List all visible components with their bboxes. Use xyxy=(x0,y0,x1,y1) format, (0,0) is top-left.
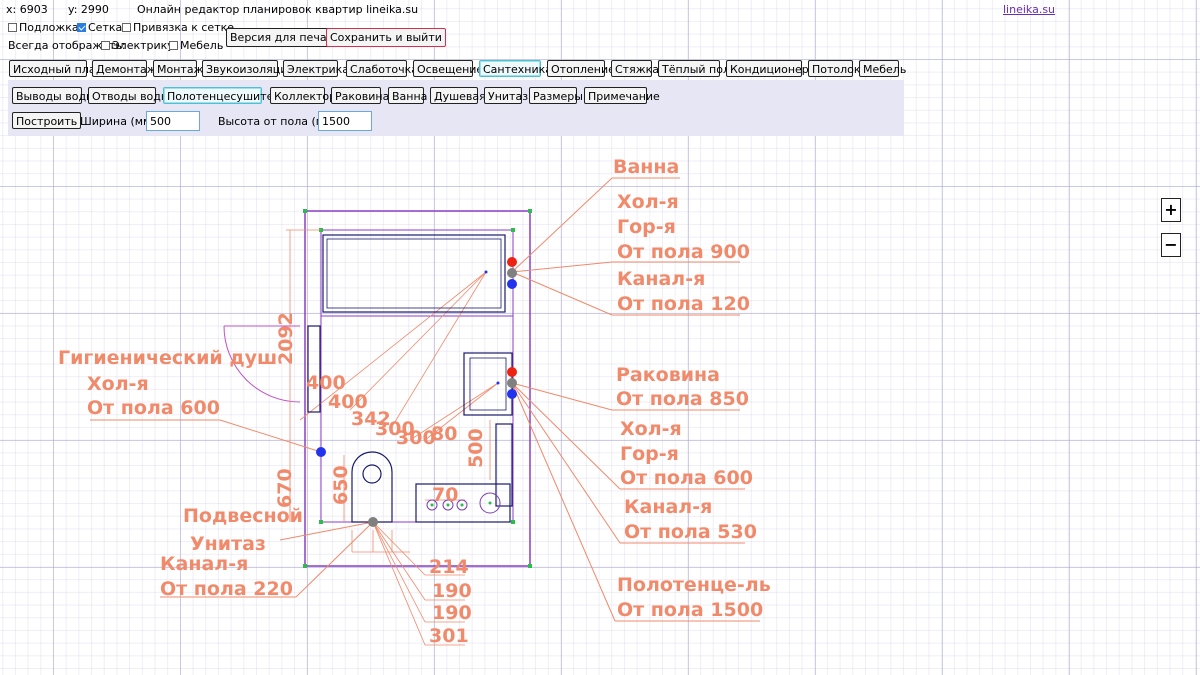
sink-sewer: Канал-я xyxy=(624,496,712,518)
dim-650: 650 xyxy=(330,465,352,505)
bath-drain-point[interactable] xyxy=(507,268,517,278)
hygienic-title: Гигиенический душ xyxy=(58,347,277,369)
sink-drain-point[interactable] xyxy=(507,378,517,388)
sink-height: От пола 850 xyxy=(616,388,749,410)
dim-2092: 2092 xyxy=(275,312,297,365)
sink-sewer-height: От пола 530 xyxy=(624,521,757,543)
toilet-title-2: Унитаз xyxy=(190,533,266,555)
bath-title: Ванна xyxy=(613,156,679,178)
towel-title: Полотенце-ль xyxy=(617,574,771,596)
toilet-sewer: Канал-я xyxy=(160,553,248,575)
floor-plan-canvas[interactable]: 2092 400 400 342 300 300 80 500 670 650 … xyxy=(0,0,1200,675)
sink-cold-point[interactable] xyxy=(507,389,517,399)
sink-hot: Гор-я xyxy=(620,443,679,465)
sink-hot-point[interactable] xyxy=(507,367,517,377)
bath-cold: Хол-я xyxy=(617,191,679,213)
bath-hot-point[interactable] xyxy=(507,257,517,267)
dim-301: 301 xyxy=(429,625,469,647)
hygienic-cold: Хол-я xyxy=(87,373,149,395)
bath-sewer-height: От пола 120 xyxy=(617,293,750,315)
dim-80: 80 xyxy=(431,423,457,445)
hygienic-height: От пола 600 xyxy=(87,397,220,419)
annotation-texts: Ванна Хол-я Гор-я От пола 900 Канал-я От… xyxy=(58,156,771,621)
dimension-labels: 2092 400 400 342 300 300 80 500 670 650 … xyxy=(274,312,487,647)
sink-cold: Хол-я xyxy=(620,418,682,440)
dim-300-b: 300 xyxy=(396,427,436,449)
towel-height: От пола 1500 xyxy=(617,599,763,621)
dim-214: 214 xyxy=(429,556,469,578)
dim-190-a: 190 xyxy=(432,580,472,602)
sink-water-height: От пола 600 xyxy=(620,467,753,489)
bath-sewer: Канал-я xyxy=(617,268,705,290)
sink-title: Раковина xyxy=(616,364,720,386)
dim-70: 70 xyxy=(432,484,458,506)
hygienic-shower-point[interactable] xyxy=(316,447,326,457)
bathtub xyxy=(322,234,506,313)
bath-hot: Гор-я xyxy=(617,216,676,238)
bath-water-height: От пола 900 xyxy=(617,241,750,263)
towel-rail xyxy=(307,325,321,413)
toilet-title-1: Подвесной xyxy=(183,505,303,527)
sink xyxy=(463,352,513,416)
dim-190-b: 190 xyxy=(432,602,472,624)
toilet-drain-point[interactable] xyxy=(368,517,378,527)
dim-670: 670 xyxy=(274,468,296,508)
toilet xyxy=(351,451,393,523)
toilet-sewer-height: От пола 220 xyxy=(160,578,293,600)
bath-cold-point[interactable] xyxy=(507,279,517,289)
dim-500: 500 xyxy=(465,428,487,468)
